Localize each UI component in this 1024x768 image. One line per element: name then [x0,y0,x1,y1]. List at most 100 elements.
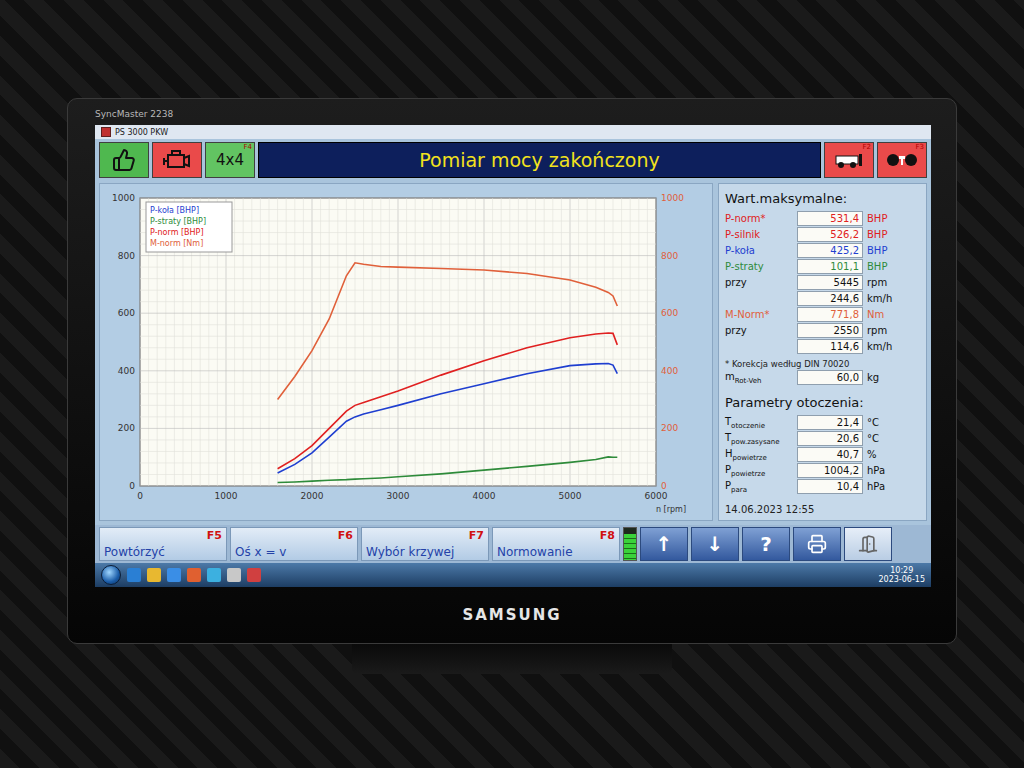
grid-line [337,198,338,486]
value-box: 771,8 [797,307,863,322]
grid-line [638,198,639,486]
function-key[interactable]: F7Wybór krzywej [361,527,489,561]
engine-button[interactable] [152,142,202,178]
folder-icon[interactable] [147,568,161,582]
ambient-row: Tpow.zasysane20,6°C [725,431,920,446]
grid-line [234,198,235,486]
start-icon[interactable] [101,565,121,585]
grid-line [587,198,588,486]
roller-icon [885,150,919,170]
series-line [278,364,618,473]
vehicle-button[interactable]: F2 [824,142,874,178]
browser-icon[interactable] [167,568,181,582]
window-icon[interactable] [227,568,241,582]
value-box: 10,4 [797,479,863,494]
grid-line [286,198,287,486]
clock-date: 2023-06-15 [879,575,926,584]
drive-button[interactable]: 4x4F4 [205,142,255,178]
y2-tick: 800 [661,251,678,261]
monitor: SyncMaster 2238PS 3000 PKW4x4F4Pomiar mo… [67,98,957,644]
grid-line [380,198,381,486]
grid-line [140,486,656,487]
row-unit: Nm [867,309,920,320]
value-box: 40,7 [797,447,863,462]
screen: PS 3000 PKW 4x4F4 Pomiar mocy zakończony F2… [95,125,931,587]
arrow-button[interactable]: ↓ [691,527,739,561]
grid-line [458,198,459,486]
grid-line [303,198,304,486]
value-box: 531,4 [797,211,863,226]
grid-line [140,290,656,291]
function-bar: F5PowtórzyćF6Oś x = vF7Wybór krzywejF8No… [95,525,931,563]
explorer-icon[interactable] [127,568,141,582]
maxima-row: przy5445rpm [725,275,920,290]
plot-area [140,198,656,486]
grid-line [501,198,502,486]
title-bar: PS 3000 PKW [95,125,931,139]
media-icon[interactable] [187,568,201,582]
row-unit: °C [867,417,920,428]
ambient-row: Totoczenie21,4°C [725,415,920,430]
grid-line [647,198,648,486]
results-panel: Wart.maksymalne:P-norm*531,4BHPP-silnik5… [718,183,927,521]
grid-line [535,198,536,486]
grid-line [449,198,450,486]
maxima-title: Wart.maksymalne: [725,191,920,206]
bezel-bottom: SAMSUNG [95,587,929,643]
timestamp: 14.06.2023 12:55 [725,504,920,515]
grid-line [312,198,313,486]
value-box: 2550 [797,323,863,338]
grid-line [140,382,656,383]
legend [146,202,232,252]
edge-icon[interactable] [207,568,221,582]
row-unit: rpm [867,325,920,336]
grid-line [372,198,373,486]
row-label: mRot-Veh [725,371,793,385]
row-label: przy [725,325,793,336]
row-unit: BHP [867,229,920,240]
row-label: przy [725,277,793,288]
grid-line [269,198,270,486]
value-box: 21,4 [797,415,863,430]
function-key[interactable]: F6Oś x = v [230,527,358,561]
grid-line [492,198,493,486]
y2-tick: 200 [661,423,678,433]
help-button[interactable]: ? [742,527,790,561]
grid-line [140,451,656,452]
series-line [278,333,618,469]
status-title-text: Pomiar mocy zakończony [419,149,660,171]
roller-button[interactable]: F3 [877,142,927,178]
grid-line [389,198,390,486]
grid-line [406,198,407,486]
grid-line [140,393,656,394]
grid-line [329,198,330,486]
clock[interactable]: 10:292023-06-15 [879,566,926,584]
grid-line [140,198,141,486]
exit-button[interactable] [844,527,892,561]
maxima-row: P-norm*531,4BHP [725,211,920,226]
row-unit: BHP [867,213,920,224]
app-task-icon[interactable] [247,568,261,582]
grid-line [630,198,631,486]
chart-panel: 0200400600800100002004006008001000010002… [99,183,713,521]
grid-line [484,198,485,486]
grid-line [140,462,656,463]
x-axis-label: n [rpm] [656,505,686,514]
arrow-button[interactable]: ↑ [640,527,688,561]
function-key[interactable]: F8Normowanie [492,527,620,561]
series-line [278,457,618,483]
function-key-tag: F6 [338,529,353,542]
maxima-row: 114,6km/h [725,339,920,354]
ok-button[interactable] [99,142,149,178]
row-unit: km/h [867,341,920,352]
grid-line [140,301,656,302]
grid-line [656,198,657,486]
row-label: Tpow.zasysane [725,432,793,446]
grid-line [363,198,364,486]
print-button[interactable] [793,527,841,561]
function-key[interactable]: F5Powtórzyć [99,527,227,561]
grid-line [509,198,510,486]
row-unit: km/h [867,293,920,304]
grid-line [140,324,656,325]
function-key-label: Normowanie [497,546,615,559]
